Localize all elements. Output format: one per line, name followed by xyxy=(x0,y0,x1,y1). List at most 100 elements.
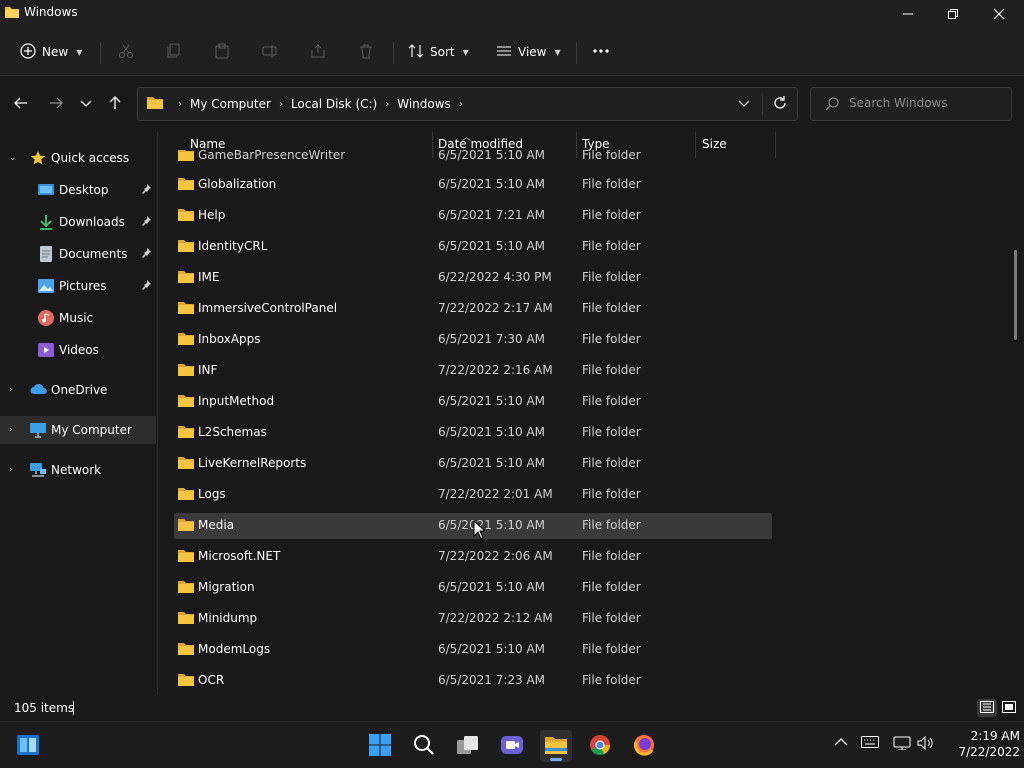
list-item[interactable]: Microsoft.NET 7/22/2022 2:06 AM File folde… xyxy=(174,544,772,570)
breadcrumb-my-computer[interactable]: My Computer xyxy=(190,97,271,111)
column-date-modified[interactable]: Date modified xyxy=(438,137,523,151)
file-date: 6/5/2021 5:10 AM xyxy=(438,425,546,439)
list-item[interactable]: Help 6/5/2021 7:21 AM File folder xyxy=(174,203,772,229)
column-size[interactable]: Size xyxy=(702,137,727,151)
list-item[interactable]: ImmersiveControlPanel 7/22/2022 2:17 AM Fi… xyxy=(174,296,772,322)
chevron-down-icon: ▼ xyxy=(462,47,469,57)
title-bar: Windows xyxy=(0,0,1024,28)
start-button[interactable] xyxy=(364,730,396,762)
task-view-button[interactable] xyxy=(452,730,484,762)
folder-icon xyxy=(178,332,194,348)
folder-icon xyxy=(178,518,194,534)
tiles-view-button[interactable] xyxy=(999,699,1019,717)
sidebar-item-quick-access[interactable]: ⌄ Quick access xyxy=(0,144,156,172)
list-item[interactable]: ModemLogs 6/5/2021 5:10 AM File folder xyxy=(174,637,772,663)
chat-button[interactable] xyxy=(496,730,528,762)
refresh-icon[interactable] xyxy=(772,95,788,114)
list-item[interactable]: GameBarPresenceWriter 6/5/2021 5:10 AM F… xyxy=(174,150,772,169)
sidebar-item-label: My Computer xyxy=(51,423,132,437)
pin-icon[interactable] xyxy=(140,279,152,294)
chevron-right-icon[interactable]: › xyxy=(9,465,13,475)
column-type[interactable]: Type xyxy=(582,137,610,151)
list-item[interactable]: INF 7/22/2022 2:16 AM File folder xyxy=(174,358,772,384)
new-label: New xyxy=(42,45,69,59)
widgets-button[interactable] xyxy=(12,730,44,762)
delete-icon[interactable] xyxy=(355,40,377,62)
minimize-button[interactable] xyxy=(885,0,931,28)
file-date: 7/22/2022 2:12 AM xyxy=(438,611,553,625)
column-name[interactable]: Name xyxy=(190,137,225,151)
forward-button[interactable] xyxy=(44,92,68,116)
sidebar-item-pictures[interactable]: Pictures xyxy=(0,272,156,300)
sidebar-item-videos[interactable]: Videos xyxy=(0,336,156,364)
download-icon xyxy=(38,214,54,230)
list-item[interactable]: Migration 6/5/2021 5:10 AM File folder xyxy=(174,575,772,601)
list-item[interactable]: IdentityCRL 6/5/2021 5:10 AM File folder xyxy=(174,234,772,260)
list-item[interactable]: L2Schemas 6/5/2021 5:10 AM File folder xyxy=(174,420,772,446)
address-dropdown-icon[interactable] xyxy=(738,97,750,111)
restore-button[interactable] xyxy=(930,0,976,28)
cut-icon[interactable] xyxy=(115,40,137,62)
file-date: 6/5/2021 7:21 AM xyxy=(438,208,546,222)
breadcrumb-local-disk[interactable]: Local Disk (C:) xyxy=(291,97,377,111)
list-item[interactable]: IME 6/22/2022 4:30 PM File folder xyxy=(174,265,772,291)
network-status-icon[interactable] xyxy=(893,736,911,753)
arrow-left-icon xyxy=(14,96,28,113)
sidebar-item-documents[interactable]: Documents xyxy=(0,240,156,268)
paste-icon[interactable] xyxy=(211,40,233,62)
chat-icon xyxy=(500,734,524,759)
details-view-button[interactable] xyxy=(977,699,997,717)
up-button[interactable] xyxy=(103,92,127,116)
file-name: Logs xyxy=(198,487,226,501)
volume-icon[interactable] xyxy=(917,735,935,753)
copy-icon[interactable] xyxy=(163,40,185,62)
list-item[interactable]: Minidump 7/22/2022 2:12 AM File folder xyxy=(174,606,772,632)
list-item[interactable]: InboxApps 6/5/2021 7:30 AM File folder xyxy=(174,327,772,353)
sidebar-item-network[interactable]: › Network xyxy=(0,456,156,484)
sidebar-item-music[interactable]: Music xyxy=(0,304,156,332)
chevron-right-icon[interactable]: › xyxy=(9,425,13,435)
sidebar-item-my-computer[interactable]: › My Computer xyxy=(0,416,156,444)
sort-button[interactable]: Sort ▼ xyxy=(408,38,469,66)
pin-icon[interactable] xyxy=(140,215,152,230)
show-hidden-icons-icon[interactable] xyxy=(834,736,848,750)
sidebar-item-label: Network xyxy=(51,463,102,477)
chrome-button[interactable] xyxy=(584,730,616,762)
list-item[interactable]: InputMethod 6/5/2021 5:10 AM File folder xyxy=(174,389,772,415)
back-button[interactable] xyxy=(9,92,33,116)
clock-time: 2:19 AM xyxy=(970,729,1020,743)
list-item[interactable]: Logs 7/22/2022 2:01 AM File folder xyxy=(174,482,772,508)
search-box[interactable] xyxy=(810,87,1012,121)
search-input[interactable] xyxy=(849,96,1007,110)
view-button[interactable]: View ▼ xyxy=(496,38,561,66)
sidebar-item-downloads[interactable]: Downloads xyxy=(0,208,156,236)
sidebar-item-desktop[interactable]: Desktop xyxy=(0,176,156,204)
rename-icon[interactable] xyxy=(259,40,281,62)
file-date: 6/5/2021 5:10 AM xyxy=(438,518,546,532)
vertical-scrollbar-thumb[interactable] xyxy=(1014,250,1017,340)
system-clock[interactable]: 2:19 AM 7/22/2022 xyxy=(940,728,1020,760)
list-item[interactable]: Globalization 6/5/2021 5:10 AM File folder xyxy=(174,172,772,198)
file-name: InputMethod xyxy=(198,394,275,408)
share-icon[interactable] xyxy=(307,40,329,62)
search-taskbar-button[interactable] xyxy=(408,730,440,762)
address-bar[interactable]: › My Computer › Local Disk (C:) › Window… xyxy=(137,87,798,121)
file-date: 6/5/2021 5:10 AM xyxy=(438,580,546,594)
video-icon xyxy=(38,342,54,358)
pin-icon[interactable] xyxy=(140,183,152,198)
more-options-icon[interactable] xyxy=(590,40,612,62)
firefox-button[interactable] xyxy=(628,730,660,762)
new-button[interactable]: New ▼ xyxy=(20,38,82,66)
chevron-down-icon[interactable]: ⌄ xyxy=(9,153,17,163)
keyboard-icon[interactable] xyxy=(861,736,879,751)
breadcrumb-windows[interactable]: Windows xyxy=(397,97,451,111)
file-name: Help xyxy=(198,208,226,222)
sidebar-item-onedrive[interactable]: › OneDrive xyxy=(0,376,156,404)
list-item[interactable]: OCR 6/5/2021 7:23 AM File folder xyxy=(174,668,772,694)
close-button[interactable] xyxy=(976,0,1022,28)
list-item[interactable]: LiveKernelReports 6/5/2021 5:10 AM File fo… xyxy=(174,451,772,477)
chevron-right-icon[interactable]: › xyxy=(9,385,13,395)
recent-locations-button[interactable] xyxy=(74,92,98,116)
file-explorer-taskbar-button[interactable] xyxy=(540,730,572,762)
pin-icon[interactable] xyxy=(140,247,152,262)
